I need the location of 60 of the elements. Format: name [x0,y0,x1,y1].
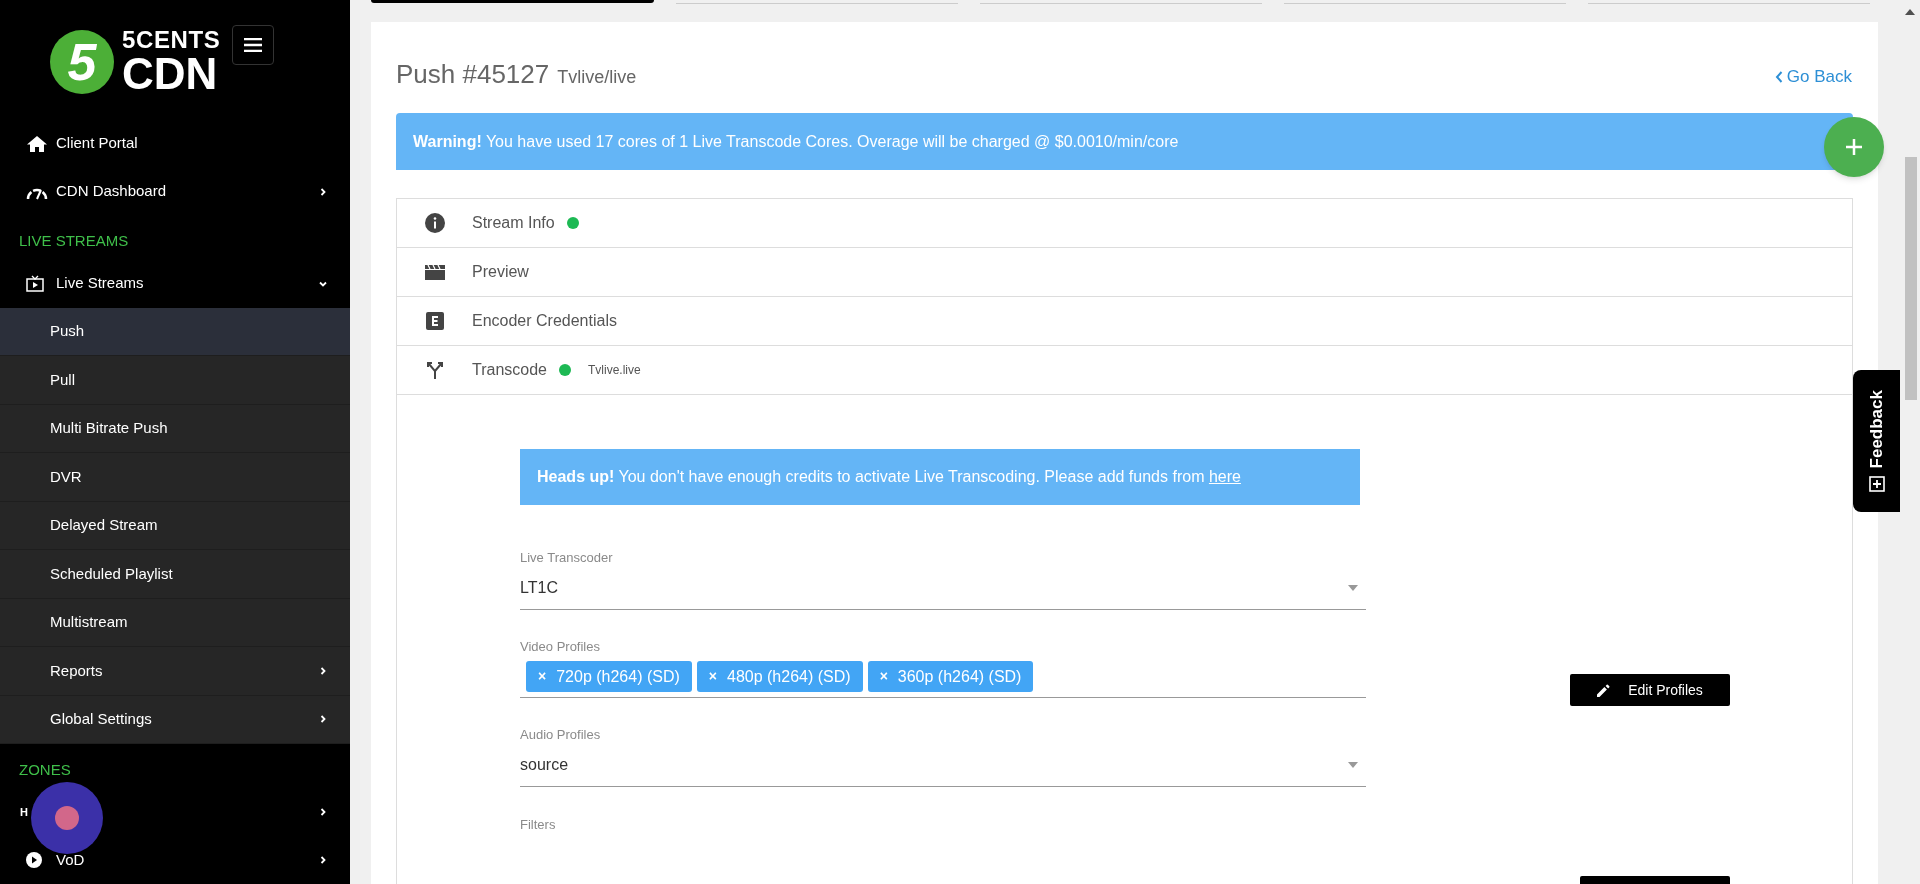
field-label: Live Transcoder [520,549,614,567]
feedback-icon [1869,476,1885,493]
caret-down-icon [1348,762,1358,768]
stream-name: Tvlive.live [588,362,641,379]
logo-text: 5CENTS [122,28,221,52]
section-heading: ZONES [19,759,71,780]
submenu-item[interactable]: Delayed Stream [0,501,350,550]
clapperboard-icon [424,263,446,281]
accordion-header[interactable]: Preview [397,248,1852,297]
sidebar-item[interactable]: H [0,788,350,836]
home-icon [26,134,48,153]
logo-mark: 5 [50,30,114,94]
feedback-tab[interactable]: Feedback [1853,370,1901,512]
plus-icon [1845,138,1863,156]
page-title: Push #45127 [396,58,550,91]
sidebar-item[interactable]: Client Portal [0,119,350,168]
submenu-item[interactable]: DVR [0,453,350,502]
select-field[interactable]: source [520,744,1366,787]
submenu-item[interactable]: Push [0,307,350,356]
info-banner: Heads up! You don't have enough credits to activate Live Transcoding. Please add funds from here [520,449,1360,505]
sidebar-item[interactable]: CDN Dashboard [0,167,350,216]
page-subtitle: Tvlive/live [557,66,637,89]
logo-text: CDN [122,52,219,96]
accordion-header[interactable]: Encoder Credentials [397,297,1852,346]
submenu-item[interactable]: Global Settings [0,695,350,744]
scroll-up-icon [1905,9,1915,15]
chevron-left-icon [1774,71,1783,83]
edit-profiles-button[interactable]: Edit Profiles [1570,674,1730,706]
menu-icon [244,38,263,52]
back-link[interactable]: Go Back [1774,64,1853,90]
submenu-item[interactable]: Reports [0,647,350,696]
tv-play-icon [26,275,44,292]
pencil-icon [1597,683,1611,697]
scrollbar-thumb[interactable] [1905,157,1917,400]
submenu-item[interactable]: Pull [0,356,350,405]
split-arrows-icon [425,360,445,380]
add-button[interactable] [1824,117,1884,177]
menu-button[interactable] [232,25,275,65]
letter-e-icon [426,312,444,330]
chevron-right-icon [318,807,328,817]
submenu-item[interactable]: Multi Bitrate Push [0,404,350,453]
sidebar-item[interactable]: Live Streams [0,259,350,308]
field-label: Filters [520,815,557,834]
accordion-header[interactable]: Transcode Tvlive.live [397,346,1852,395]
sidebar-item[interactable]: VoD [0,836,350,884]
chevron-right-icon [318,186,328,197]
chevron-right-icon [318,855,328,865]
submenu-item[interactable]: Multistream [0,598,350,647]
select-field[interactable]: LT1C [520,567,1366,610]
accordion-header[interactable]: Stream Info [397,199,1852,248]
chevron-right-icon [318,665,328,676]
field-label: Video Profiles [520,637,601,656]
play-icon [26,852,42,868]
field-label: Audio Profiles [520,726,602,744]
submenu-item[interactable]: Scheduled Playlist [0,550,350,599]
info-icon [425,213,445,233]
section-heading: LIVE STREAMS [19,231,129,252]
warning-banner: Warning! You have used 17 cores of 1 Live Transcode Cores. Overage will be charged @ $0.0010/min/core [396,113,1853,170]
chevron-right-icon [318,714,328,725]
caret-down-icon [1348,585,1358,591]
